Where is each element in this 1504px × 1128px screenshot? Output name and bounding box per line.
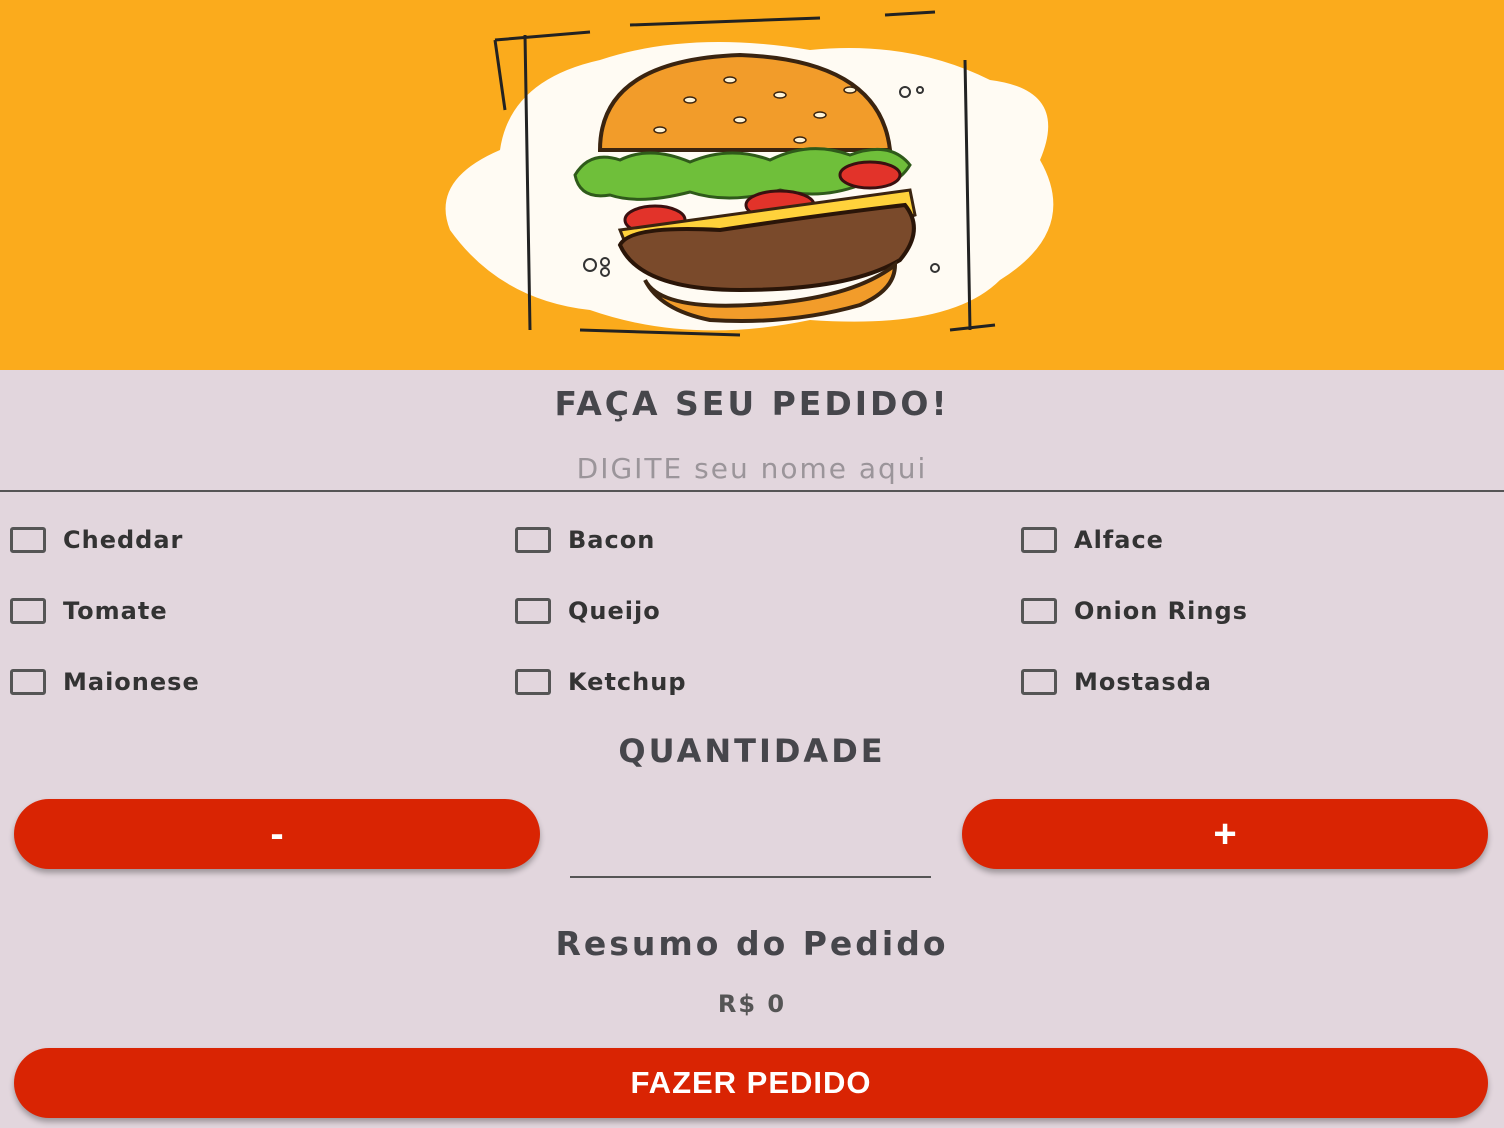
- quantity-underline: [570, 876, 931, 878]
- checkbox-alface[interactable]: Alface: [1011, 520, 1164, 560]
- place-order-button[interactable]: FAZER PEDIDO: [14, 1048, 1488, 1118]
- checkbox-box[interactable]: [1021, 598, 1057, 624]
- decrement-button[interactable]: -: [14, 799, 540, 869]
- checkbox-tomate[interactable]: Tomate: [0, 591, 168, 631]
- banner: [0, 0, 1504, 370]
- checkbox-label: Bacon: [568, 526, 656, 554]
- checkbox-box[interactable]: [10, 598, 46, 624]
- checkbox-onion-rings[interactable]: Onion Rings: [1011, 591, 1248, 631]
- increment-button[interactable]: +: [962, 799, 1488, 869]
- checkbox-label: Maionese: [63, 668, 200, 696]
- order-total: R$ 0: [717, 990, 787, 1018]
- burger-illustration: [445, 10, 1054, 337]
- checkbox-label: Ketchup: [568, 668, 687, 696]
- order-form: FAÇA SEU PEDIDO! Cheddar Bacon Alface To…: [0, 370, 1504, 1128]
- checkbox-label: Mostasda: [1074, 668, 1212, 696]
- checkbox-box[interactable]: [515, 527, 551, 553]
- checkbox-label: Onion Rings: [1074, 597, 1248, 625]
- summary-title: Resumo do Pedido: [555, 924, 949, 963]
- checkbox-box[interactable]: [1021, 527, 1057, 553]
- checkbox-bacon[interactable]: Bacon: [505, 520, 655, 560]
- checkbox-box[interactable]: [10, 669, 46, 695]
- checkbox-label: Queijo: [568, 597, 661, 625]
- checkbox-label: Alface: [1074, 526, 1164, 554]
- page-title: FAÇA SEU PEDIDO!: [554, 384, 950, 423]
- quantity-title: QUANTIDADE: [618, 732, 886, 770]
- name-field-container: [0, 448, 1504, 492]
- checkbox-box[interactable]: [515, 598, 551, 624]
- checkbox-maionese[interactable]: Maionese: [0, 662, 200, 702]
- checkbox-queijo[interactable]: Queijo: [505, 591, 661, 631]
- checkbox-label: Tomate: [63, 597, 168, 625]
- checkbox-box[interactable]: [1021, 669, 1057, 695]
- checkbox-box[interactable]: [515, 669, 551, 695]
- checkbox-ketchup[interactable]: Ketchup: [505, 662, 687, 702]
- checkbox-label: Cheddar: [63, 526, 184, 554]
- checkbox-cheddar[interactable]: Cheddar: [0, 520, 183, 560]
- checkbox-box[interactable]: [10, 527, 46, 553]
- checkbox-mostarda[interactable]: Mostasda: [1011, 662, 1212, 702]
- name-input[interactable]: [0, 448, 1504, 488]
